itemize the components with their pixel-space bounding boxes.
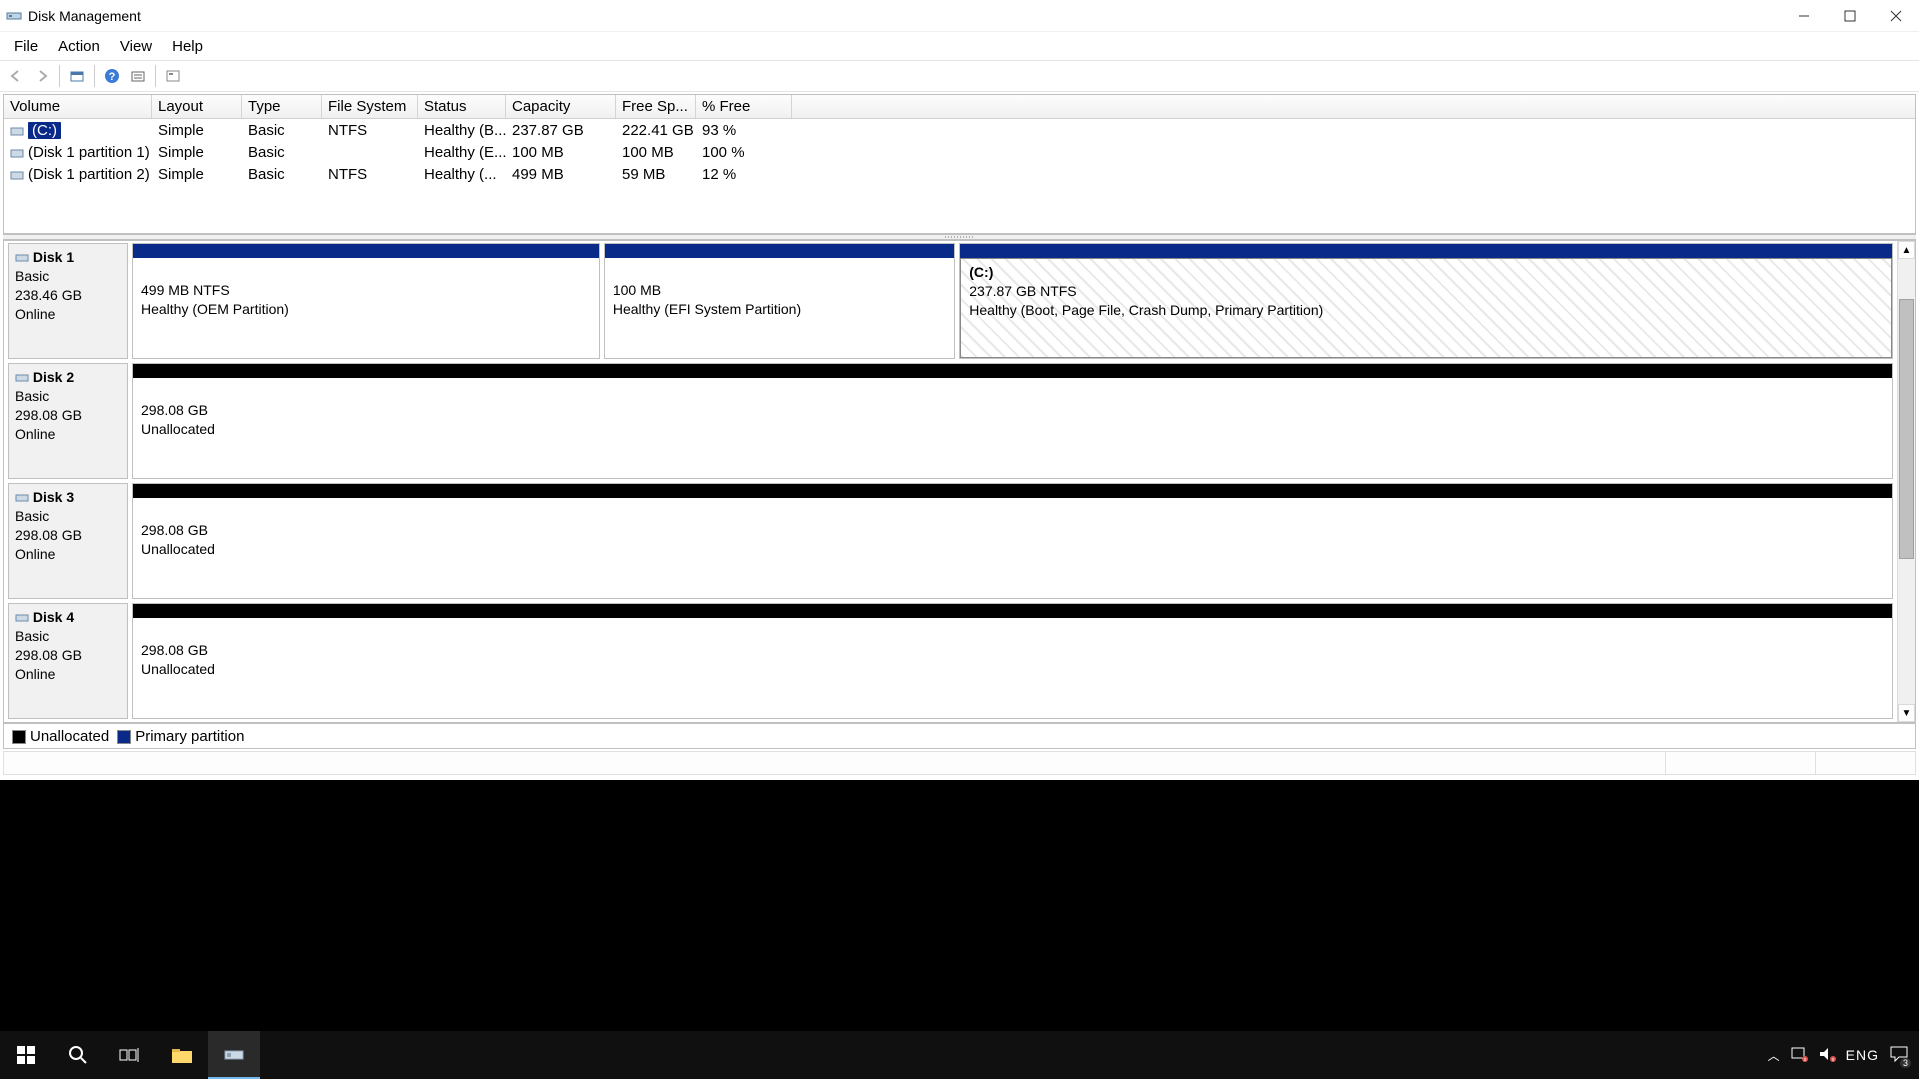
disk-row: Disk 3Basic298.08 GBOnline 298.08 GBUnal… [8,483,1893,599]
disk-management-taskbar-button[interactable] [208,1031,260,1079]
disk-info[interactable]: Disk 4Basic298.08 GBOnline [8,603,128,719]
col-capacity[interactable]: Capacity [506,95,616,118]
svg-text:?: ? [109,71,116,83]
menu-view[interactable]: View [110,36,162,57]
scroll-thumb[interactable] [1899,299,1914,559]
menu-file[interactable]: File [4,36,48,57]
toolbar-separator [59,65,60,87]
vertical-scrollbar[interactable]: ▲ ▼ [1897,241,1915,722]
minimize-button[interactable] [1781,0,1827,32]
scroll-up-button[interactable]: ▲ [1898,241,1915,259]
col-freespace[interactable]: Free Sp... [616,95,696,118]
app-icon [6,8,22,24]
partition-header [133,244,599,258]
toolbar-separator [94,65,95,87]
network-icon[interactable]: x [1790,1046,1808,1065]
disk-info[interactable]: Disk 1Basic238.46 GBOnline [8,243,128,359]
menu-action[interactable]: Action [48,36,110,57]
partition-header [605,244,954,258]
disk-row: Disk 1Basic238.46 GBOnline 499 MB NTFSHe… [8,243,1893,359]
help-button[interactable]: ? [100,64,124,88]
disk-row: Disk 4Basic298.08 GBOnline 298.08 GBUnal… [8,603,1893,719]
legend-unallocated: Unallocated [12,728,109,745]
task-view-button[interactable] [104,1031,156,1079]
partition-header [133,364,1892,378]
scroll-down-button[interactable]: ▼ [1898,704,1915,722]
partition-body: 298.08 GBUnallocated [133,618,1892,718]
legend-primary: Primary partition [117,728,244,745]
col-type[interactable]: Type [242,95,322,118]
tray-overflow-icon[interactable]: ︿ [1768,1047,1780,1064]
title-bar: Disk Management [0,0,1919,32]
partition-box[interactable]: 298.08 GBUnallocated [132,603,1893,719]
col-status[interactable]: Status [418,95,506,118]
disk-graphical-view: Disk 1Basic238.46 GBOnline 499 MB NTFSHe… [3,240,1916,723]
partition-box[interactable]: 298.08 GBUnallocated [132,483,1893,599]
volume-list-header[interactable]: Volume Layout Type File System Status Ca… [4,95,1915,119]
partition-body: 298.08 GBUnallocated [133,498,1892,598]
status-bar [3,751,1916,775]
partition-box[interactable]: 100 MBHealthy (EFI System Partition) [604,243,955,359]
system-tray: ︿ x x ENG 3 [1768,1045,1919,1066]
forward-button[interactable] [30,64,54,88]
col-pctfree[interactable]: % Free [696,95,792,118]
partition-box[interactable]: (C:)237.87 GB NTFSHealthy (Boot, Page Fi… [959,243,1893,359]
maximize-button[interactable] [1827,0,1873,32]
window-controls [1781,0,1919,32]
volume-icon[interactable]: x [1818,1046,1836,1065]
volume-row[interactable]: (Disk 1 partition 1)SimpleBasicHealthy (… [4,141,1915,163]
search-button[interactable] [52,1031,104,1079]
settings-button[interactable] [126,64,150,88]
window-title: Disk Management [28,8,1781,24]
col-layout[interactable]: Layout [152,95,242,118]
partition-header [133,604,1892,618]
menu-bar: File Action View Help [0,32,1919,60]
partition-body: 298.08 GBUnallocated [133,378,1892,478]
file-explorer-button[interactable] [156,1031,208,1079]
disk-info[interactable]: Disk 3Basic298.08 GBOnline [8,483,128,599]
language-indicator[interactable]: ENG [1846,1047,1879,1063]
partition-body: (C:)237.87 GB NTFSHealthy (Boot, Page Fi… [960,258,1892,358]
refresh-button[interactable] [65,64,89,88]
volume-row[interactable]: (Disk 1 partition 2)SimpleBasicNTFSHealt… [4,163,1915,185]
partition-header [133,484,1892,498]
partition-box[interactable]: 298.08 GBUnallocated [132,363,1893,479]
col-volume[interactable]: Volume [4,95,152,118]
disk-info[interactable]: Disk 2Basic298.08 GBOnline [8,363,128,479]
col-filesystem[interactable]: File System [322,95,418,118]
partition-box[interactable]: 499 MB NTFSHealthy (OEM Partition) [132,243,600,359]
partition-header [960,244,1892,258]
legend: Unallocated Primary partition [3,723,1916,749]
toolbar-separator [155,65,156,87]
primary-swatch [117,730,131,744]
disk-row: Disk 2Basic298.08 GBOnline 298.08 GBUnal… [8,363,1893,479]
volume-list[interactable]: Volume Layout Type File System Status Ca… [3,94,1916,234]
toolbar: ? [0,60,1919,92]
taskbar: ︿ x x ENG 3 [0,1031,1919,1079]
partition-body: 499 MB NTFSHealthy (OEM Partition) [133,258,599,358]
menu-help[interactable]: Help [162,36,213,57]
action-center-icon[interactable]: 3 [1889,1045,1909,1066]
unallocated-swatch [12,730,26,744]
partition-body: 100 MBHealthy (EFI System Partition) [605,258,954,358]
close-button[interactable] [1873,0,1919,32]
back-button[interactable] [4,64,28,88]
start-button[interactable] [0,1031,52,1079]
properties-button[interactable] [161,64,185,88]
volume-row[interactable]: (C:)SimpleBasicNTFSHealthy (B...237.87 G… [4,119,1915,141]
